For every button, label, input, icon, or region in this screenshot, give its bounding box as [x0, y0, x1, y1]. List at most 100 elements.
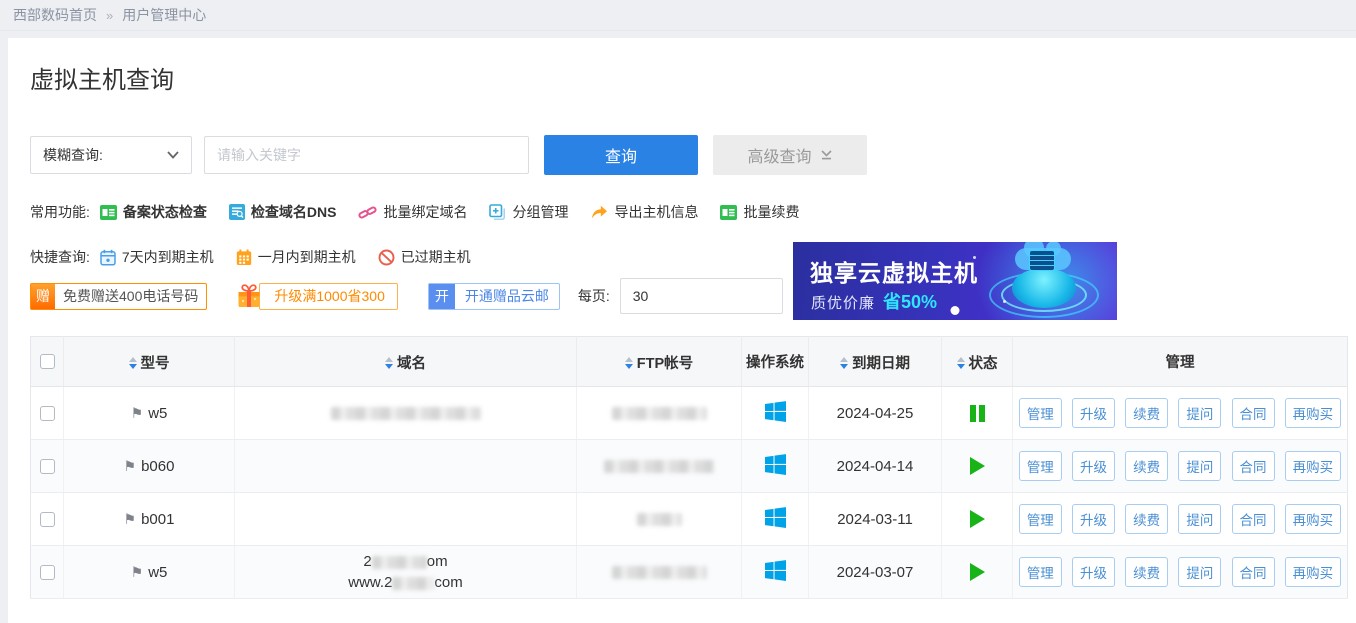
contract-button[interactable]: 合同 [1232, 398, 1275, 428]
advanced-query-button[interactable]: 高级查询 [713, 135, 867, 175]
expire-date: 2024-04-25 [837, 405, 914, 422]
table-row: ⚑w5 2024-04-25 管理 升级 续费 提问 合同 再购买 [31, 387, 1348, 440]
upgrade-button[interactable]: 升级 [1072, 451, 1115, 481]
redacted-domain [331, 407, 481, 420]
dns-check-link[interactable]: 检查域名DNS [229, 202, 337, 222]
upgrade-button[interactable]: 升级 [1072, 557, 1115, 587]
gift-icon [235, 282, 263, 310]
row-checkbox[interactable] [40, 459, 55, 474]
rebuy-button[interactable]: 再购买 [1285, 557, 1342, 587]
ask-button[interactable]: 提问 [1178, 504, 1221, 534]
expire-7day-link[interactable]: 7天内到期主机 [100, 247, 214, 267]
icp-status-check-link[interactable]: 备案状态检查 [100, 202, 207, 222]
expired-hosts-link[interactable]: 已过期主机 [378, 247, 471, 267]
col-header-os: 操作系统 [746, 351, 804, 372]
sort-icon [957, 357, 965, 369]
breadcrumb-current[interactable]: 用户管理中心 [122, 5, 206, 25]
windows-icon [765, 454, 786, 475]
table-row: ⚑w5 2om www.2com 2024-03-07 管理 升级 续费 提问 [31, 546, 1348, 599]
per-page-label: 每页: [578, 286, 610, 306]
manage-button[interactable]: 管理 [1019, 451, 1062, 481]
group-manage-icon [489, 204, 506, 221]
host-model: w5 [148, 405, 167, 422]
col-header-status[interactable]: 状态 [957, 352, 998, 373]
per-page-input[interactable] [620, 278, 783, 314]
row-checkbox[interactable] [40, 565, 55, 580]
batch-bind-domain-link[interactable]: 批量绑定域名 [358, 202, 467, 222]
promo-cloud-mail[interactable]: 开 开通赠品云邮 [428, 283, 560, 310]
promo-badge: 赠 [31, 284, 55, 309]
flag-icon: ⚑ [124, 511, 137, 527]
table-row: ⚑b001 2024-03-11 管理 升级 续费 提问 合同 再购买 [31, 493, 1348, 546]
expire-date: 2024-03-07 [837, 564, 914, 581]
fuzzy-query-select-value: 模糊查询: [43, 145, 103, 165]
col-header-expire[interactable]: 到期日期 [840, 352, 910, 373]
rebuy-button[interactable]: 再购买 [1285, 451, 1342, 481]
fuzzy-query-select[interactable]: 模糊查询: [30, 136, 192, 174]
windows-icon [765, 507, 786, 528]
col-header-model[interactable]: 型号 [129, 352, 170, 373]
promo-400-phone[interactable]: 赠 免费赠送400电话号码 [30, 283, 207, 310]
col-header-manage: 管理 [1166, 351, 1195, 372]
renew-button[interactable]: 续费 [1125, 557, 1168, 587]
host-model: w5 [148, 564, 167, 581]
rebuy-button[interactable]: 再购买 [1285, 398, 1342, 428]
windows-icon [765, 560, 786, 581]
col-header-domain[interactable]: 域名 [385, 352, 426, 373]
upgrade-button[interactable]: 升级 [1072, 398, 1115, 428]
quick-query-row: 快捷查询: 7天内到期主机 一月内到期主 [30, 247, 493, 267]
breadcrumb-home-link[interactable]: 西部数码首页 [13, 5, 97, 25]
select-all-checkbox[interactable] [40, 354, 55, 369]
renew-button[interactable]: 续费 [1125, 398, 1168, 428]
export-hosts-icon [590, 205, 608, 220]
manage-button[interactable]: 管理 [1019, 398, 1062, 428]
host-model: b001 [141, 511, 174, 528]
rebuy-button[interactable]: 再购买 [1285, 504, 1342, 534]
contract-button[interactable]: 合同 [1232, 504, 1275, 534]
common-functions-row: 常用功能: 备案状态检查 检查域名DNS [30, 202, 821, 222]
ask-button[interactable]: 提问 [1178, 451, 1221, 481]
contract-button[interactable]: 合同 [1232, 557, 1275, 587]
promo-upgrade-save[interactable]: 升级满1000省300 [235, 282, 398, 310]
promo-badge: 开 [429, 284, 455, 309]
banner-title: 独享云虚拟主机 [810, 254, 978, 288]
keyword-input[interactable] [204, 136, 529, 174]
sort-icon [840, 357, 848, 369]
banner-star [1003, 300, 1006, 303]
manage-button[interactable]: 管理 [1019, 557, 1062, 587]
expire-date: 2024-04-14 [837, 458, 914, 475]
expire-month-link[interactable]: 一月内到期主机 [236, 247, 356, 267]
batch-renew-link[interactable]: 批量续费 [720, 202, 799, 222]
row-checkbox[interactable] [40, 406, 55, 421]
calendar-month-icon [236, 249, 252, 266]
host-model: b060 [141, 458, 174, 475]
banner-platform-disc [1012, 268, 1076, 308]
chevron-down-icon [167, 151, 179, 159]
flag-icon: ⚑ [131, 405, 144, 421]
ask-button[interactable]: 提问 [1178, 557, 1221, 587]
export-hosts-link[interactable]: 导出主机信息 [590, 202, 698, 222]
sort-icon [625, 357, 633, 369]
carousel-dot[interactable] [951, 306, 960, 315]
ask-button[interactable]: 提问 [1178, 398, 1221, 428]
renew-button[interactable]: 续费 [1125, 451, 1168, 481]
quick-query-label: 快捷查询: [30, 247, 90, 267]
col-header-ftp[interactable]: FTP帐号 [625, 352, 693, 373]
flag-icon: ⚑ [124, 458, 137, 474]
hosts-table: 型号 域名 FTP帐号 操作系统 到期日期 状态 [30, 336, 1348, 599]
common-functions-label: 常用功能: [30, 202, 90, 222]
manage-button[interactable]: 管理 [1019, 504, 1062, 534]
upgrade-button[interactable]: 升级 [1072, 504, 1115, 534]
renew-button[interactable]: 续费 [1125, 504, 1168, 534]
sort-icon [385, 357, 393, 369]
breadcrumb: 西部数码首页 » 用户管理中心 [0, 0, 1356, 31]
contract-button[interactable]: 合同 [1232, 451, 1275, 481]
sort-icon [129, 357, 137, 369]
main-panel: 虚拟主机查询 模糊查询: 查询 高级查询 常用功能: [8, 38, 1356, 623]
per-page-control: 每页: 条 [578, 278, 807, 314]
promo-banner[interactable]: 独享云虚拟主机 质优价廉 省50% [793, 242, 1117, 320]
query-button[interactable]: 查询 [544, 135, 698, 175]
group-manage-link[interactable]: 分组管理 [489, 202, 568, 222]
row-checkbox[interactable] [40, 512, 55, 527]
server-icon [1029, 250, 1055, 271]
